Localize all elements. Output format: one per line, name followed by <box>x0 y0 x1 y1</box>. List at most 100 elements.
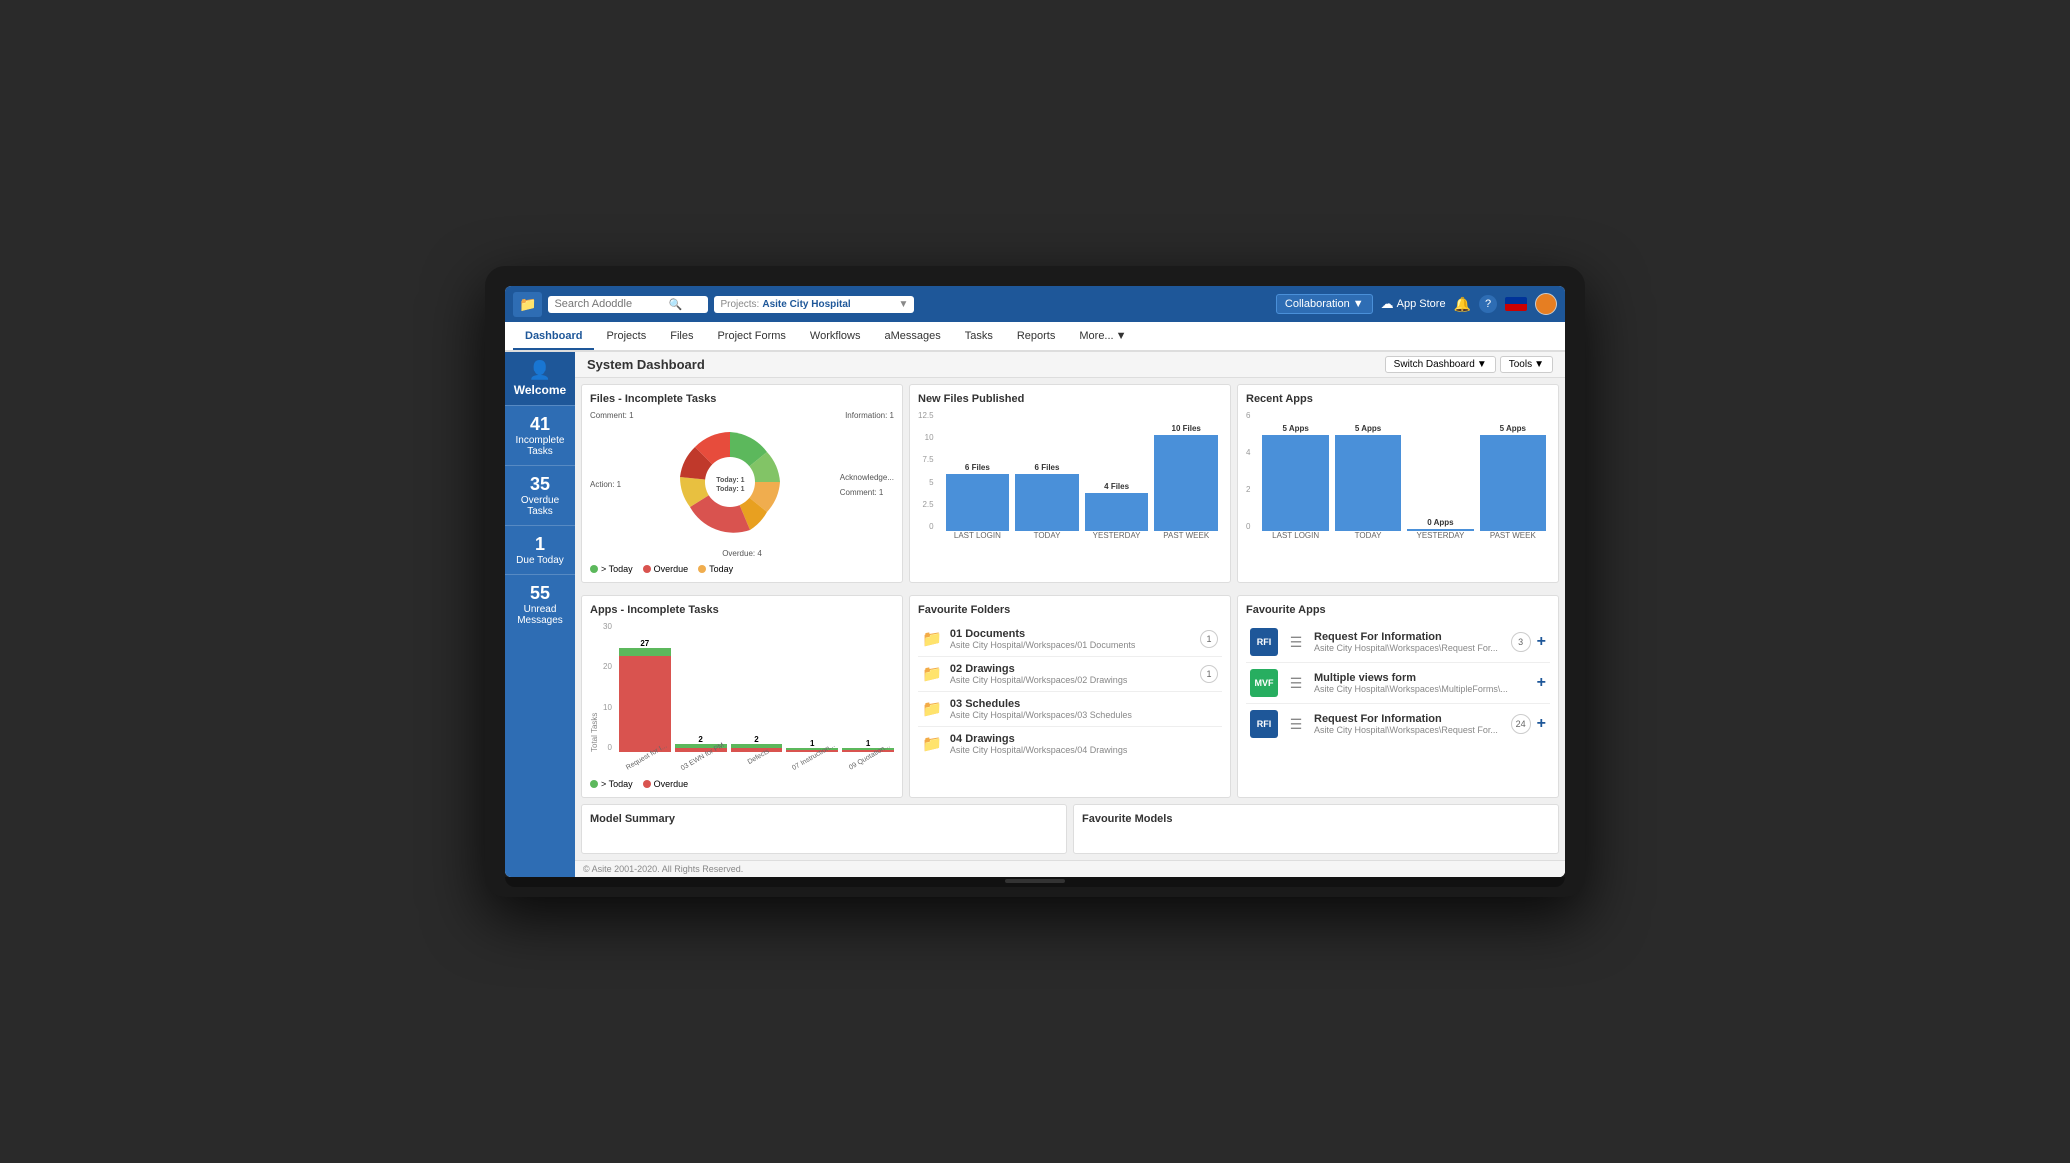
favourite-models-card: Favourite Models <box>1073 804 1559 854</box>
app-icon-label-1: RFI <box>1257 637 1272 647</box>
nav-item-projects[interactable]: Projects <box>594 324 658 350</box>
app-item-3[interactable]: RFI ☰ Request For Information Asite City… <box>1246 704 1550 744</box>
apps-legend-dot-green <box>590 780 598 788</box>
folder-item-2[interactable]: 📁 02 Drawings Asite City Hospital/Worksp… <box>918 657 1222 692</box>
apps-legend-dot-red <box>643 780 651 788</box>
tools-button[interactable]: Tools ▼ <box>1500 356 1553 373</box>
laptop-hinge <box>1005 879 1065 883</box>
legend-today-plus: > Today <box>590 564 633 574</box>
switch-label: Switch Dashboard <box>1394 359 1475 370</box>
nav-bar: Dashboard Projects Files Project Forms W… <box>505 322 1565 352</box>
project-label: Projects: <box>720 299 759 310</box>
due-today-label: Due Today <box>516 555 564 566</box>
app-info-1: Request For Information Asite City Hospi… <box>1314 631 1505 653</box>
apps-bar2-total: 2 <box>698 735 702 744</box>
bar-today: 6 Files <box>1015 463 1079 531</box>
bar1-green <box>619 648 671 656</box>
favourite-folders-card: Favourite Folders 📁 01 Documents Asite C… <box>909 595 1231 798</box>
bar-yesterday-rect <box>1085 493 1149 531</box>
collaboration-button[interactable]: Collaboration ▼ <box>1276 294 1373 314</box>
recent-apps-chart-wrapper: 6 4 2 0 5 Apps <box>1246 411 1550 540</box>
apps-y-0: 0 <box>603 743 612 752</box>
ra-lastlogin-rect <box>1262 435 1328 531</box>
dashboard-header: System Dashboard Switch Dashboard ▼ Tool… <box>575 352 1565 378</box>
sidebar-stat-unread[interactable]: 55 Unread Messages <box>505 574 575 634</box>
bell-icon[interactable]: 🔔 <box>1454 296 1471 313</box>
donut-svg-wrapper: Today: 1 Today: 1 <box>625 422 836 547</box>
action1-label: Action: 1 <box>590 480 621 489</box>
app-item-1[interactable]: RFI ☰ Request For Information Asite City… <box>1246 622 1550 663</box>
apps-y-labels: 30 20 10 0 <box>603 622 615 752</box>
donut-right-labels: Acknowledge... Comment: 1 <box>840 473 894 497</box>
appstore-button[interactable]: ☁ App Store <box>1381 296 1446 312</box>
sidebar-stat-overdue[interactable]: 35 Overdue Tasks <box>505 465 575 525</box>
folder-badge-2: 1 <box>1200 665 1218 683</box>
row2-grid: Apps - Incomplete Tasks Total Tasks 30 2… <box>575 589 1565 804</box>
nav-item-files[interactable]: Files <box>658 324 705 350</box>
folder-item-4[interactable]: 📁 04 Drawings Asite City Hospital/Worksp… <box>918 727 1222 761</box>
nav-item-more[interactable]: More... ▼ <box>1067 324 1138 350</box>
search-box[interactable]: 🔍 <box>548 296 708 313</box>
apps-bar1-total: 27 <box>640 639 649 648</box>
apps-y-axis-wrapper: Total Tasks <box>590 622 599 761</box>
new-files-chart-wrapper: 12.5 10 7.5 5 2.5 0 6 Files <box>918 411 1222 540</box>
project-selector[interactable]: Projects: Asite City Hospital ▼ <box>714 296 914 313</box>
app-add-1[interactable]: + <box>1537 633 1546 651</box>
folder-item-3[interactable]: 📁 03 Schedules Asite City Hospital/Works… <box>918 692 1222 727</box>
top-bar-right: Collaboration ▼ ☁ App Store 🔔 ? <box>1276 293 1557 315</box>
app-add-2[interactable]: + <box>1537 674 1546 692</box>
ra-lastlogin-val: 5 Apps <box>1282 424 1308 433</box>
ra-today-rect <box>1335 435 1401 531</box>
donut-chart-container: Comment: 1 Information: 1 Action: 1 <box>590 411 894 558</box>
folder-item-1[interactable]: 📁 01 Documents Asite City Hospital/Works… <box>918 622 1222 657</box>
apps-y-20: 20 <box>603 662 612 671</box>
sidebar-welcome[interactable]: 👤 Welcome <box>505 352 575 405</box>
legend-label-red: Overdue <box>654 564 689 574</box>
nav-item-projectforms[interactable]: Project Forms <box>705 324 797 350</box>
sidebar-stat-incomplete[interactable]: 41 Incomplete Tasks <box>505 405 575 465</box>
bar-pastweek-rect <box>1154 435 1218 531</box>
bar-last-login: 6 Files <box>946 463 1010 531</box>
collab-label: Collaboration <box>1285 298 1350 310</box>
ra-bar-pastweek: 5 Apps <box>1480 424 1546 531</box>
folder-path-2: Asite City Hospital/Workspaces/02 Drawin… <box>950 675 1192 685</box>
nav-item-reports[interactable]: Reports <box>1005 324 1068 350</box>
logo[interactable]: 📁 <box>513 292 542 317</box>
nav-item-tasks[interactable]: Tasks <box>953 324 1005 350</box>
nav-item-amessages[interactable]: aMessages <box>872 324 952 350</box>
app-info-3: Request For Information Asite City Hospi… <box>1314 713 1505 735</box>
nav-item-dashboard[interactable]: Dashboard <box>513 324 594 350</box>
help-icon[interactable]: ? <box>1479 295 1497 313</box>
folder-info-2: 02 Drawings Asite City Hospital/Workspac… <box>950 663 1192 685</box>
unread-label: Unread Messages <box>509 604 571 626</box>
app-info-2: Multiple views form Asite City Hospital\… <box>1314 672 1531 694</box>
laptop-bottom <box>505 877 1565 887</box>
new-files-bars: 6 Files 6 Files 4 Files <box>942 411 1222 540</box>
donut-left-labels: Action: 1 <box>590 480 621 489</box>
ra-x-pastweek: PAST WEEK <box>1480 531 1546 540</box>
ra-today-val: 5 Apps <box>1355 424 1381 433</box>
project-dropdown-icon: ▼ <box>899 299 909 310</box>
app-add-3[interactable]: + <box>1537 715 1546 733</box>
ra-bar-today: 5 Apps <box>1335 424 1401 531</box>
user-avatar[interactable] <box>1535 293 1557 315</box>
sidebar-stat-due-today[interactable]: 1 Due Today <box>505 525 575 574</box>
laptop-frame: 📁 🔍 Projects: Asite City Hospital ▼ Coll… <box>485 266 1585 897</box>
ra-x-today: TODAY <box>1335 531 1401 540</box>
app-item-2[interactable]: MVF ☰ Multiple views form Asite City Hos… <box>1246 663 1550 704</box>
donut-today-label: Today: 1 <box>716 475 744 484</box>
bar-today-rect <box>1015 474 1079 531</box>
folder-name-2: 02 Drawings <box>950 663 1192 675</box>
y-10: 10 <box>925 433 934 442</box>
app-list-icon-3: ☰ <box>1284 716 1308 733</box>
switch-dashboard-button[interactable]: Switch Dashboard ▼ <box>1385 356 1496 373</box>
new-files-y-axis: 12.5 10 7.5 5 2.5 0 <box>918 411 938 531</box>
apps-legend-label-red: Overdue <box>654 779 689 789</box>
bar-pastweek: 10 Files <box>1154 424 1218 531</box>
app-name-1: Request For Information <box>1314 631 1505 643</box>
search-input[interactable] <box>554 298 664 310</box>
ra-yesterday-rect <box>1407 529 1473 531</box>
donut-top-labels: Comment: 1 Information: 1 <box>590 411 894 420</box>
nav-item-workflows[interactable]: Workflows <box>798 324 873 350</box>
project-value: Asite City Hospital <box>762 299 850 310</box>
